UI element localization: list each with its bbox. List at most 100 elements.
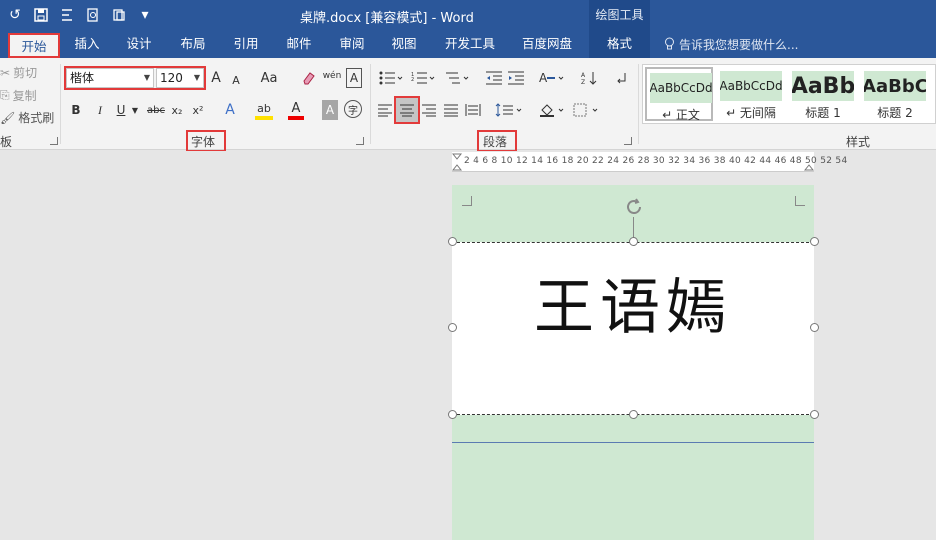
resize-handle[interactable] [810,323,819,332]
save-icon[interactable] [30,4,52,26]
style-name: 标题 1 [805,106,841,120]
bold-button[interactable]: B [68,100,84,120]
tab-insert[interactable]: 插入 [66,30,108,58]
resize-handle[interactable] [629,410,638,419]
styles-gallery: AaBbCcDd ↵ 正文 AaBbCcDd ↵ 无间隔 AaBb 标题 1 A… [642,64,936,124]
chevron-down-icon: ▼ [143,73,150,82]
resize-handle[interactable] [629,237,638,246]
tell-me-placeholder: 告诉我您想要做什么... [679,38,799,52]
phonetic-guide-button[interactable]: wén [322,66,342,86]
numbering-icon[interactable]: 12 [410,68,436,88]
show-marks-icon[interactable] [614,68,630,88]
tab-developer[interactable]: 开发工具 [440,30,500,58]
qat-more-icon[interactable]: ▾ [134,4,156,26]
italic-button[interactable]: I [92,100,108,120]
character-shading-button[interactable]: A [322,100,338,120]
style-preview: AaBb [792,71,854,101]
underline-button[interactable]: U [112,100,130,120]
copy-label: 复制 [12,89,37,103]
paintbrush-icon: 🖌 [0,110,16,125]
resize-handle[interactable] [448,410,457,419]
margin-corner-marker [795,196,805,206]
tab-baidu-netdisk[interactable]: 百度网盘 [515,30,579,58]
align-left-icon[interactable] [376,100,394,120]
bullets-icon[interactable] [378,68,404,88]
title-bar: ↺ ▾ 桌牌.docx [兼容模式] - Word 绘图工具 [0,0,936,30]
borders-icon[interactable] [572,100,600,120]
paragraph-launcher-icon[interactable] [624,137,632,145]
multilevel-list-icon[interactable] [444,68,470,88]
style-normal[interactable]: AaBbCcDd ↵ 正文 [645,67,713,122]
tab-mailings[interactable]: 邮件 [278,30,320,58]
style-preview: AaBbCcDd [720,71,782,101]
style-no-spacing[interactable]: AaBbCcDd ↵ 无间隔 [717,67,785,121]
tab-view[interactable]: 视图 [383,30,425,58]
decrease-indent-icon[interactable] [484,68,504,88]
format-painter-button[interactable]: 🖌 格式刷 [0,109,54,126]
distributed-icon[interactable] [464,100,482,120]
paint-bucket-icon[interactable] [538,100,566,120]
style-heading-2[interactable]: AaBbC 标题 2 [861,67,929,121]
enclose-characters-button[interactable]: 字 [344,100,362,118]
style-heading-1[interactable]: AaBb 标题 1 [789,67,857,121]
customize-icon[interactable] [108,4,130,26]
text-effects-button[interactable]: A [222,100,238,120]
tab-design[interactable]: 设计 [118,30,160,58]
cut-button[interactable]: ✂ 剪切 [0,64,37,81]
undo-icon[interactable]: ↺ [4,4,26,26]
grow-font-button[interactable]: A [208,68,224,88]
chinese-layout-icon[interactable]: A [538,68,566,88]
justify-icon[interactable] [442,100,460,120]
increase-indent-icon[interactable] [506,68,526,88]
nameplate-textbox[interactable]: 王语嫣 [452,242,814,415]
horizontal-ruler[interactable]: 2 4 6 8 10 12 14 16 18 20 22 24 26 28 30… [452,152,847,172]
ruler-ticks: 2 4 6 8 10 12 14 16 18 20 22 24 26 28 30… [464,156,848,166]
group-divider [60,64,61,144]
print-preview-icon[interactable] [82,4,104,26]
tab-references[interactable]: 引用 [225,30,267,58]
character-border-button[interactable]: A [346,68,362,88]
format-painter-label: 格式刷 [18,111,55,125]
font-name-select[interactable]: 楷体 ▼ [66,68,154,88]
font-name-value: 楷体 [70,71,95,85]
tell-me-box[interactable]: 告诉我您想要做什么... [664,36,798,53]
line-spacing-icon[interactable] [494,100,524,120]
svg-text:A: A [539,71,548,85]
chevron-down-icon[interactable]: ▼ [130,100,140,120]
align-center-icon[interactable] [396,98,418,122]
clipboard-launcher-icon[interactable] [50,137,58,145]
strikethrough-button[interactable]: abc [145,100,167,120]
tab-home[interactable]: 开始 [8,33,60,58]
copy-button[interactable]: ⎘ 复制 [0,87,37,104]
tab-format[interactable]: 格式 [589,30,650,58]
font-color-button[interactable]: A [288,100,304,120]
sort-icon[interactable]: AZ [580,68,600,88]
font-size-select[interactable]: 120 ▼ [156,68,204,88]
align-right-icon[interactable] [420,100,438,120]
superscript-button[interactable]: x² [190,100,206,120]
clear-format-icon[interactable] [300,68,318,88]
fold-guide-line [452,442,814,443]
document-title: 桌牌.docx [兼容模式] - Word [300,11,474,26]
change-case-button[interactable]: Aa [256,68,282,88]
quick-access-toolbar: ↺ ▾ [4,4,156,26]
resize-handle[interactable] [810,237,819,246]
indent-marker-icon[interactable] [452,152,464,172]
font-launcher-icon[interactable] [356,137,364,145]
right-indent-marker-icon[interactable] [804,152,814,172]
shrink-font-button[interactable]: A [229,70,243,90]
resize-handle[interactable] [448,237,457,246]
tab-layout[interactable]: 布局 [172,30,214,58]
resize-handle[interactable] [810,410,819,419]
style-name: ↵ 无间隔 [726,106,776,120]
cut-label: 剪切 [13,66,38,80]
style-name: ↵ 正文 [662,108,700,122]
style-preview: AaBbCcDd [650,73,712,103]
resize-handle[interactable] [448,323,457,332]
rotate-handle-icon[interactable] [623,196,645,218]
tab-review[interactable]: 审阅 [331,30,373,58]
subscript-button[interactable]: x₂ [169,100,185,120]
highlight-color-button[interactable]: ab [255,100,273,120]
nameplate-text[interactable]: 王语嫣 [452,259,814,346]
touch-mode-icon[interactable] [56,4,78,26]
